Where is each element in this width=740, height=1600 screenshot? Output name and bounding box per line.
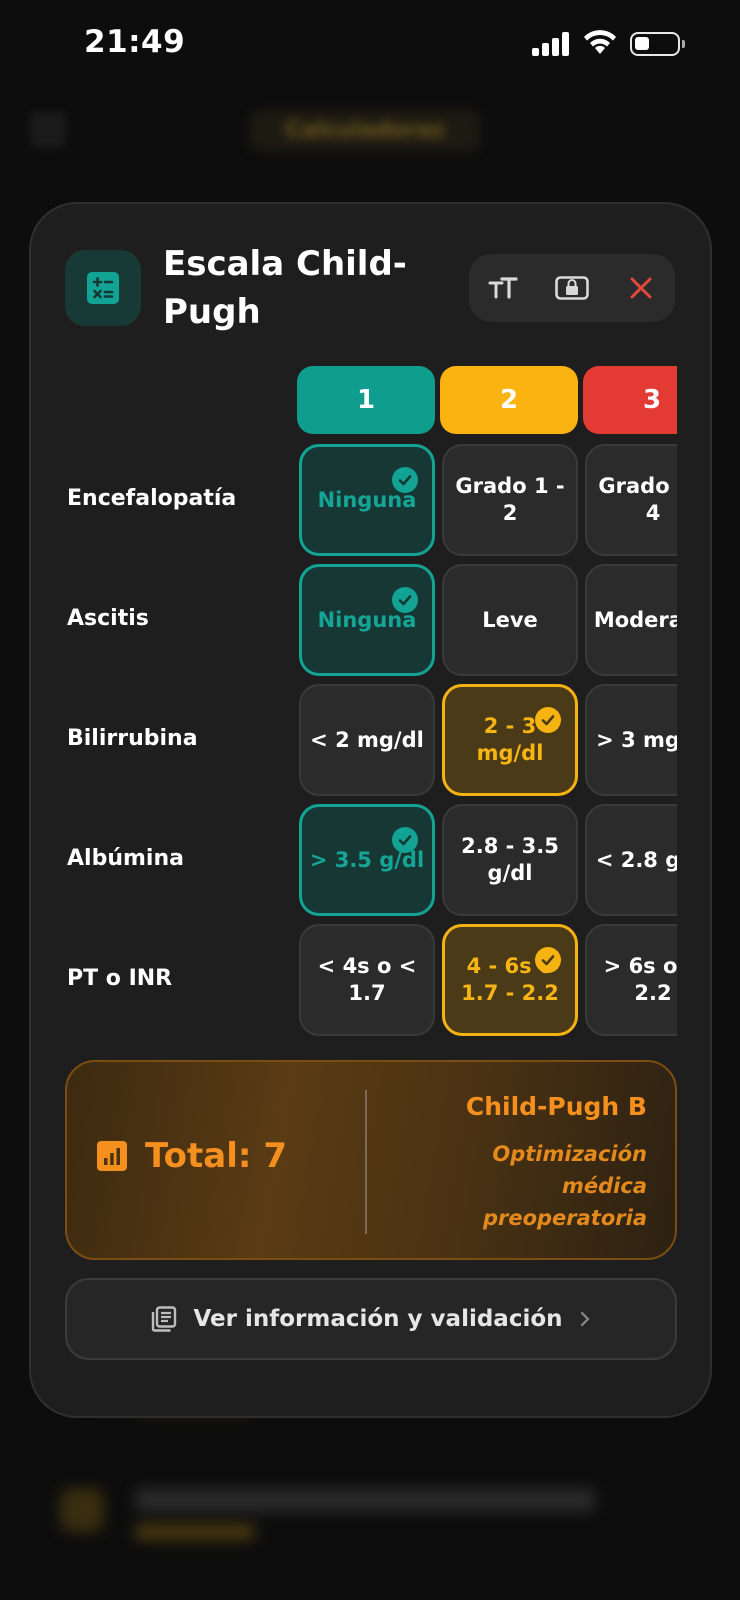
background-list-item xyxy=(40,1468,700,1558)
wifi-icon xyxy=(584,30,616,54)
text-size-button[interactable] xyxy=(479,264,527,312)
score-column-header: 1 xyxy=(297,366,435,434)
check-icon xyxy=(535,947,561,973)
option-label: > 6s o > 2.2 xyxy=(603,954,677,1005)
criterion-label: Bilirrubina xyxy=(67,726,198,751)
status-time: 21:49 xyxy=(84,24,186,60)
battery-icon xyxy=(630,32,685,56)
lock-screen-button[interactable] xyxy=(548,264,596,312)
score-column-header: 2 xyxy=(440,366,578,434)
criterion-option[interactable]: < 2 mg/dl xyxy=(299,684,435,796)
criterion-option[interactable]: 2 - 3 mg/dl xyxy=(442,684,578,796)
check-icon xyxy=(392,827,418,853)
criterion-option[interactable]: 4 - 6s o 1.7 - 2.2 xyxy=(442,924,578,1036)
criterion-option[interactable]: < 2.8 g/dl xyxy=(585,804,677,916)
info-validation-button[interactable]: Ver información y validación xyxy=(65,1278,677,1360)
option-label: < 2 mg/dl xyxy=(310,727,424,752)
close-button[interactable] xyxy=(617,264,665,312)
check-icon xyxy=(392,467,418,493)
text-size-icon xyxy=(488,277,518,299)
document-list-icon xyxy=(152,1306,177,1332)
criterion-label: Albúmina xyxy=(67,846,184,871)
total-score: Total: 7 xyxy=(97,1136,287,1176)
criterion-option[interactable]: Moderada xyxy=(585,564,677,676)
chevron-right-icon xyxy=(580,1311,590,1327)
status-bar: 21:49 xyxy=(0,0,740,90)
lock-screen-icon xyxy=(555,276,589,300)
result-card: Total: 7 Child-Pugh B Optimización médic… xyxy=(65,1060,677,1260)
criteria-grid: 1 2 3 Encefalopatía Ninguna Grado 1 - 2 Grado … xyxy=(31,366,677,1066)
check-icon xyxy=(392,587,418,613)
option-label: < 2.8 g/dl xyxy=(595,847,677,872)
criterion-option[interactable]: Ninguna xyxy=(299,564,435,676)
option-label: 2.8 - 3.5 g/dl xyxy=(461,834,559,885)
back-icon xyxy=(30,112,66,148)
modal-toolbar xyxy=(469,254,675,322)
recommendation-text: Optimización médica preoperatoria xyxy=(482,1142,647,1230)
criterion-option[interactable]: < 4s o < 1.7 xyxy=(299,924,435,1036)
check-icon xyxy=(535,707,561,733)
option-label: Grado 1 - 2 xyxy=(455,474,565,525)
option-label: < 4s o < 1.7 xyxy=(317,954,417,1005)
cellular-signal-icon xyxy=(532,32,572,56)
criterion-option[interactable]: > 6s o > 2.2 xyxy=(585,924,677,1036)
criterion-option[interactable]: Grado 3 - 4 xyxy=(585,444,677,556)
chart-icon xyxy=(97,1141,127,1171)
child-pugh-modal: Escala Child-Pugh 1 2 3 Encefalopatía Ningun… xyxy=(29,202,712,1418)
total-label: Total: 7 xyxy=(145,1136,287,1176)
option-label: Leve xyxy=(482,607,538,632)
background-title: Calculadoras xyxy=(250,110,480,152)
criterion-label: Ascitis xyxy=(67,606,149,631)
info-button-label: Ver información y validación xyxy=(193,1306,563,1332)
criterion-option[interactable]: Leve xyxy=(442,564,578,676)
modal-title: Escala Child-Pugh xyxy=(163,244,407,332)
option-label: Moderada xyxy=(593,607,677,632)
option-label: > 3 mg/dl xyxy=(596,727,677,752)
criterion-option[interactable]: Ninguna xyxy=(299,444,435,556)
close-icon xyxy=(630,277,652,299)
score-column-header: 3 xyxy=(583,366,677,434)
calculator-icon xyxy=(65,250,141,326)
result-divider xyxy=(365,1090,367,1234)
criterion-label: PT o INR xyxy=(67,966,173,991)
criterion-option[interactable]: Grado 1 - 2 xyxy=(442,444,578,556)
classification-label: Child-Pugh B xyxy=(465,1092,647,1121)
option-label: Grado 3 - 4 xyxy=(598,474,677,525)
criterion-option[interactable]: 2.8 - 3.5 g/dl xyxy=(442,804,578,916)
criterion-label: Encefalopatía xyxy=(67,486,237,511)
criterion-option[interactable]: > 3 mg/dl xyxy=(585,684,677,796)
criterion-option[interactable]: > 3.5 g/dl xyxy=(299,804,435,916)
